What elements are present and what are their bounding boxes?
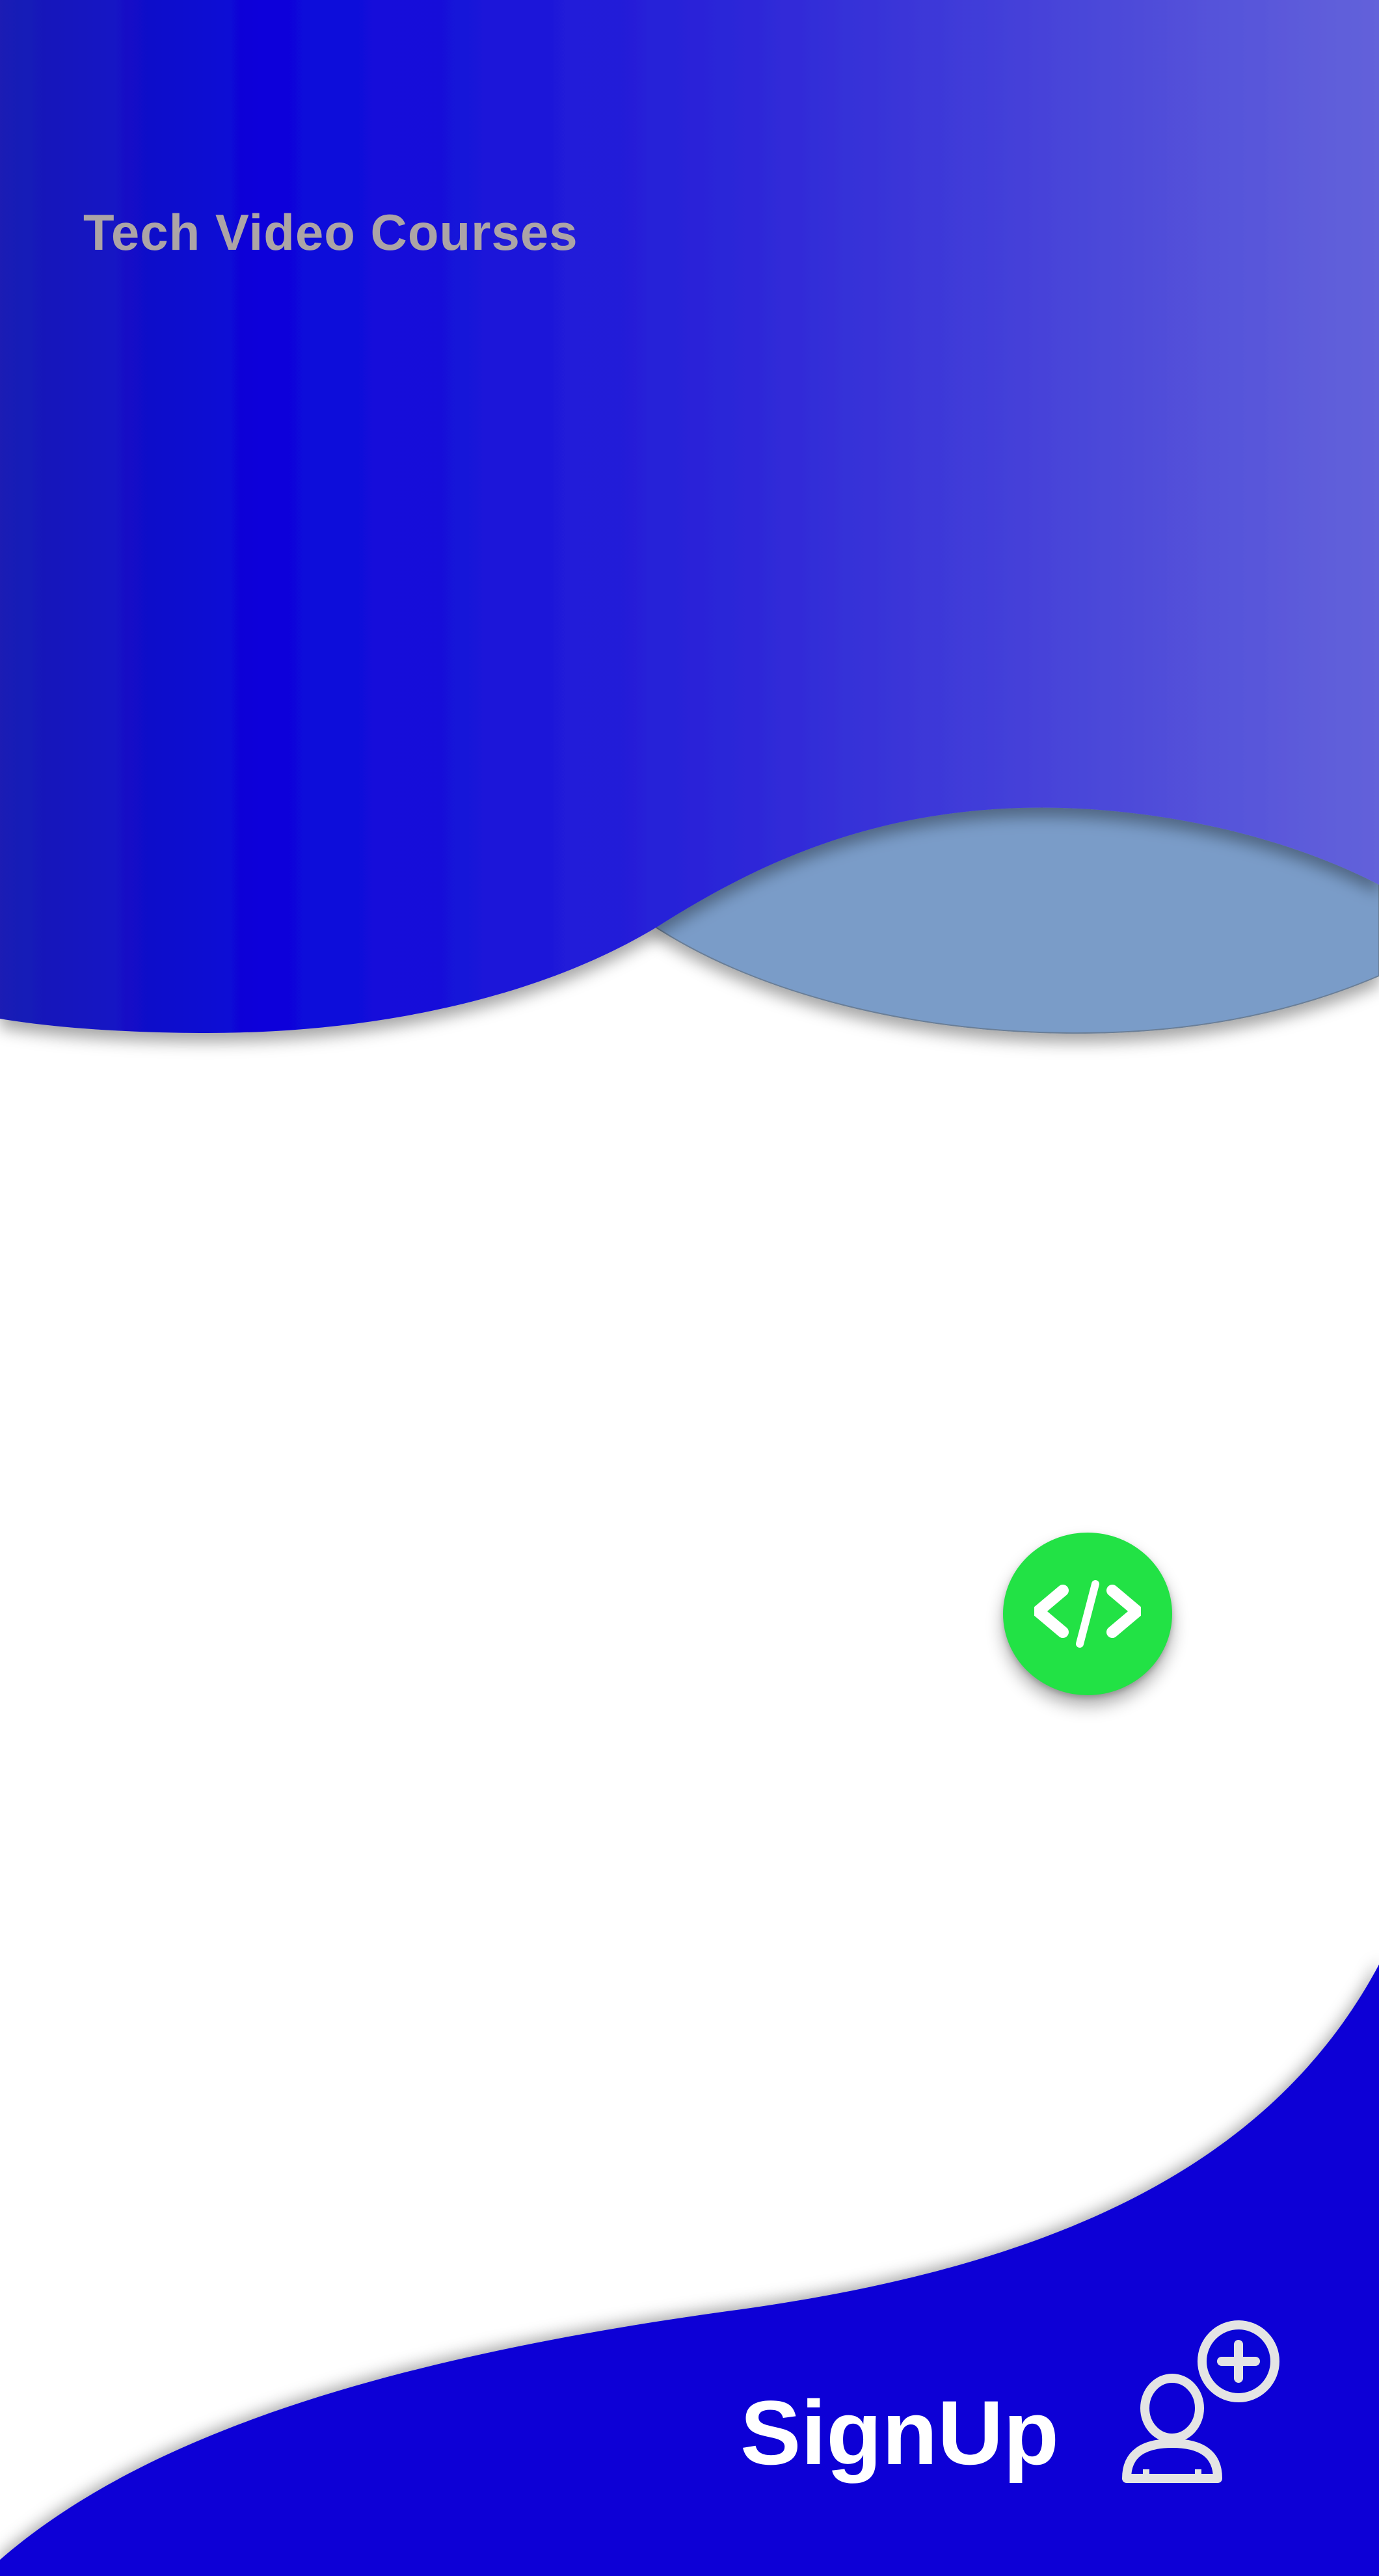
signup-screen: Tech Video Courses SignUp — [0, 0, 1379, 2576]
background-waves — [0, 0, 1379, 2576]
add-user-icon — [1122, 2320, 1279, 2483]
signup-button[interactable]: SignUp — [729, 2316, 1301, 2485]
code-fab-button[interactable] — [1003, 1533, 1172, 1695]
signup-label: SignUp — [740, 2381, 1059, 2484]
code-icon — [1034, 1580, 1141, 1648]
app-title: Tech Video Courses — [83, 204, 578, 261]
